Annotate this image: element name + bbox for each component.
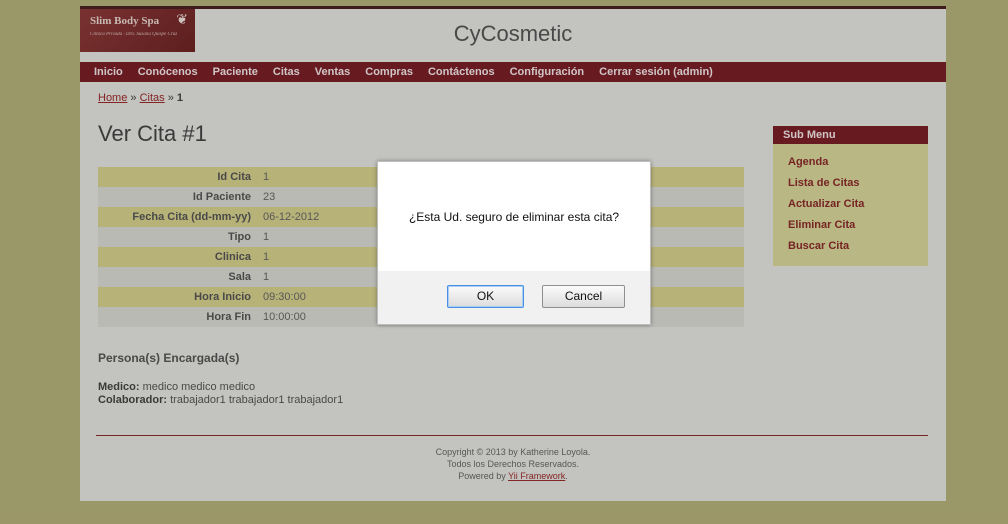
cancel-button[interactable]: Cancel — [542, 285, 625, 308]
dialog-body: ¿Esta Ud. seguro de eliminar esta cita? — [378, 162, 650, 271]
dialog-message: ¿Esta Ud. seguro de eliminar esta cita? — [408, 210, 620, 224]
confirm-dialog: ¿Esta Ud. seguro de eliminar esta cita? … — [377, 161, 651, 325]
ok-button[interactable]: OK — [447, 285, 524, 308]
